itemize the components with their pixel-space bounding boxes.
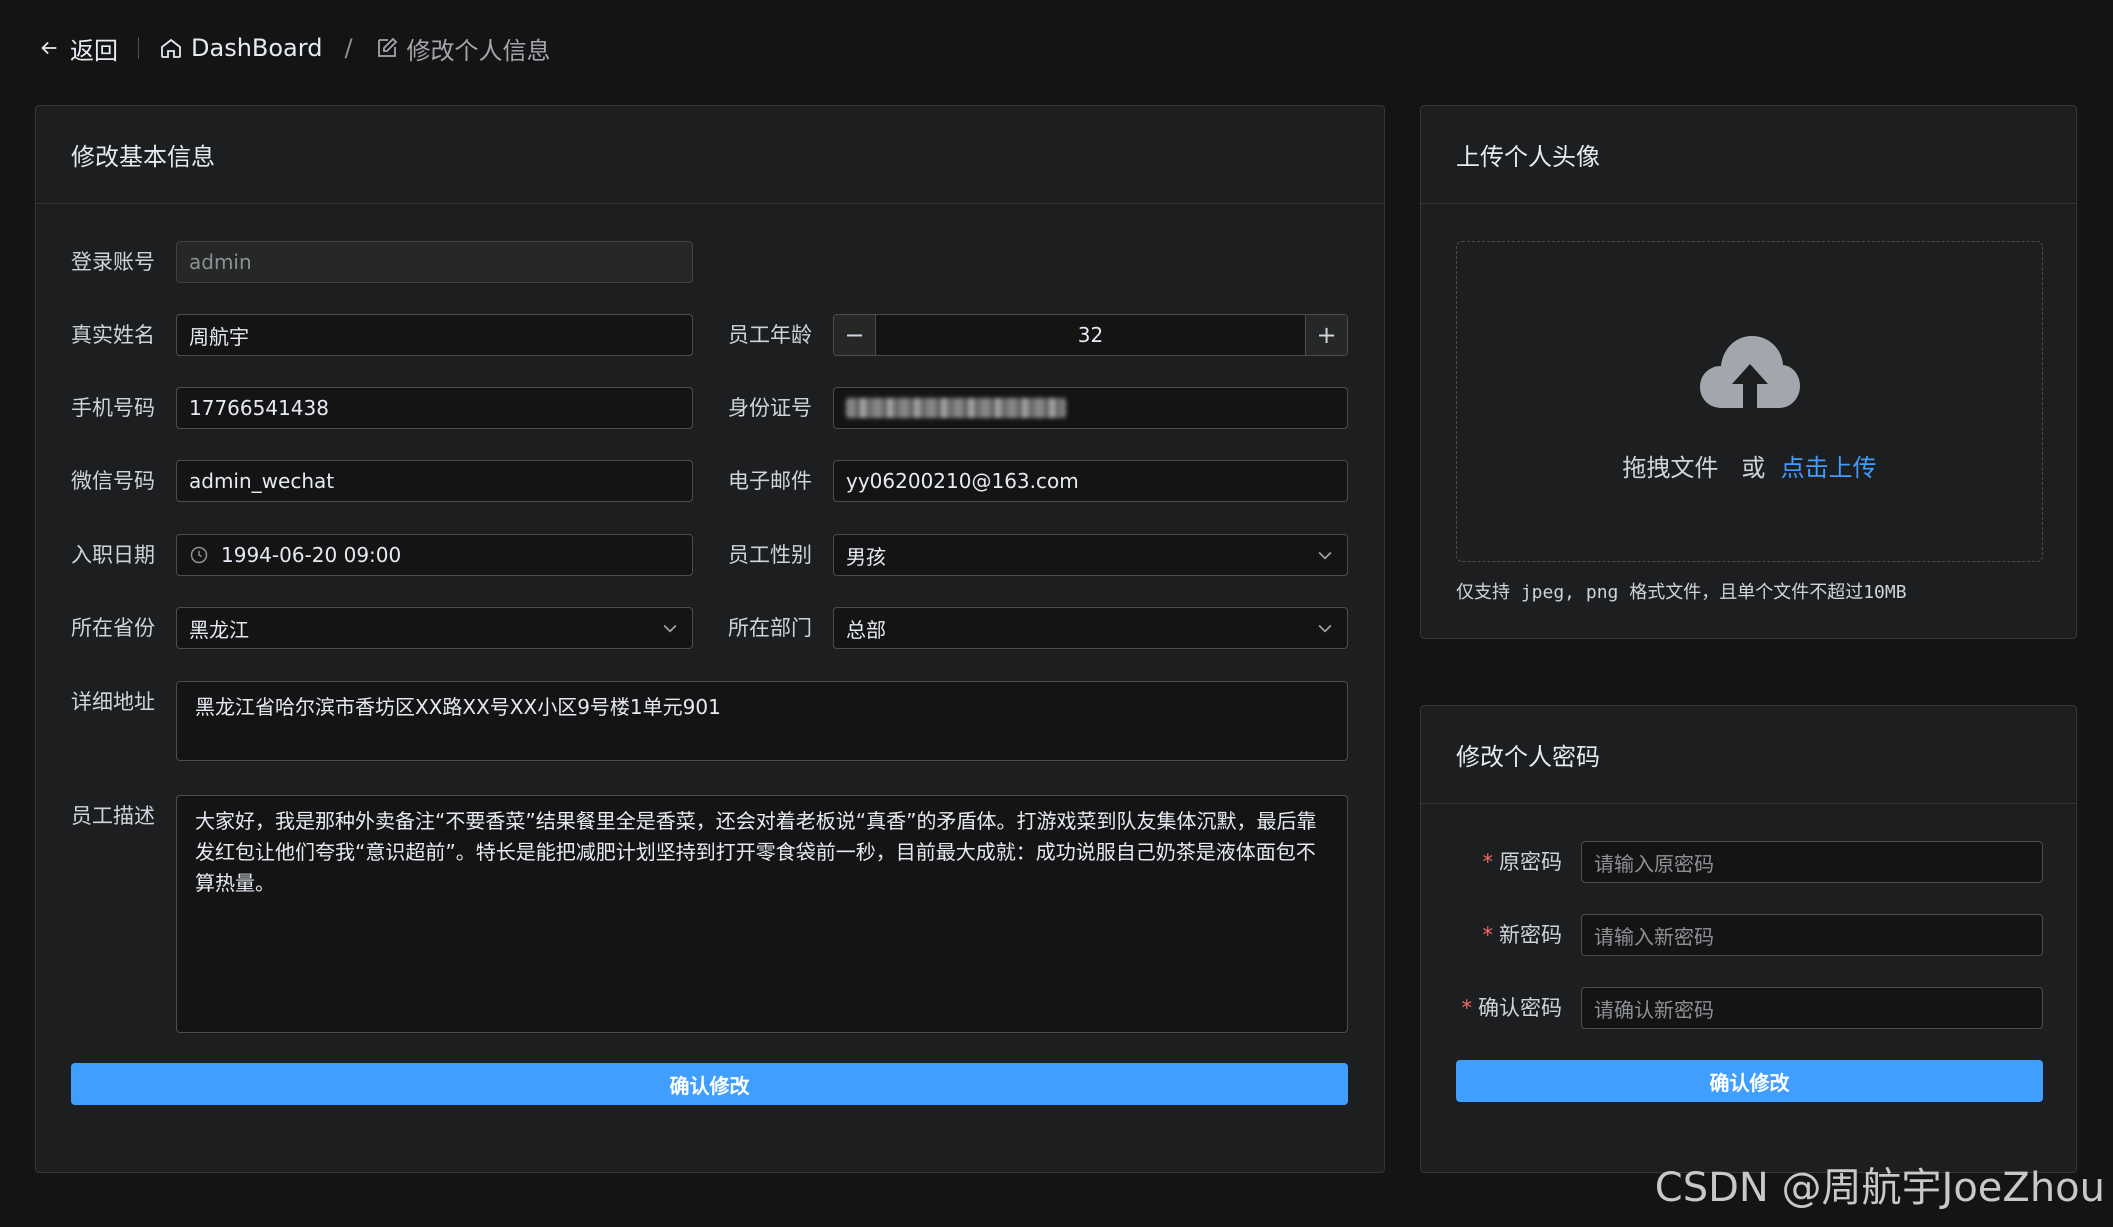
back-label: 返回 (70, 36, 118, 65)
avatar-upload-dropzone[interactable]: 拖拽文件 或 点击上传 (1456, 241, 2043, 562)
province-value: 黑龙江 (189, 617, 249, 642)
address-textarea[interactable]: 黑龙江省哈尔滨市香坊区XX路XX号XX小区9号楼1单元901 (176, 681, 1348, 761)
password-card: 修改个人密码 * 原密码 请输入原密码 * 新密码 请输入新密码 * 确认密码 请确认… (1420, 705, 2077, 1173)
phone-input[interactable]: 17766541438 (176, 387, 693, 429)
upload-tip: 仅支持 jpeg, png 格式文件，且单个文件不超过10MB (1456, 582, 1907, 603)
address-value: 黑龙江省哈尔滨市香坊区XX路XX号XX小区9号楼1单元901 (195, 695, 721, 719)
id-card-label: 身份证号 (728, 396, 812, 420)
account-input[interactable]: admin (176, 241, 693, 283)
new-password-label: * 新密码 (1456, 914, 1563, 956)
old-password-label-text: 原密码 (1499, 850, 1562, 874)
id-card-redacted-value (846, 398, 1066, 418)
basic-submit-button[interactable]: 确认修改 (71, 1063, 1348, 1105)
breadcrumb-home[interactable]: DashBoard (159, 34, 322, 62)
age-increment-button[interactable]: + (1305, 315, 1347, 355)
required-mark: * (1482, 923, 1494, 947)
upload-cloud-icon (1699, 336, 1800, 408)
avatar-title: 上传个人头像 (1421, 106, 2076, 204)
old-password-input[interactable]: 请输入原密码 (1581, 841, 2043, 883)
or-text: 或 (1741, 454, 1766, 482)
gender-value: 男孩 (846, 544, 886, 569)
password-title: 修改个人密码 (1421, 706, 2076, 804)
age-stepper[interactable]: − 32 + (833, 314, 1348, 356)
required-mark: * (1482, 850, 1494, 874)
description-textarea[interactable]: 大家好，我是那种外卖备注“不要香菜”结果餐里全是香菜，还会对着老板说“真香”的矛… (176, 795, 1348, 1033)
old-password-placeholder: 请输入原密码 (1594, 851, 1714, 876)
breadcrumb-current: 修改个人信息 (375, 31, 551, 66)
department-select[interactable]: 总部 (833, 607, 1348, 649)
breadcrumb-separator: / (344, 34, 353, 62)
join-date-label: 入职日期 (71, 543, 155, 567)
description-value: 大家好，我是那种外卖备注“不要香菜”结果餐里全是香菜，还会对着老板说“真香”的矛… (195, 809, 1317, 895)
wechat-value: admin_wechat (189, 469, 335, 493)
edit-icon (377, 37, 397, 57)
basic-info-card: 修改基本信息 登录账号 admin 真实姓名 周航宇 员工年龄 − 32 + 手… (35, 105, 1385, 1173)
phone-value: 17766541438 (189, 396, 329, 420)
drag-text: 拖拽文件 (1622, 454, 1719, 482)
join-date-value: 1994-06-20 09:00 (221, 543, 402, 567)
wechat-input[interactable]: admin_wechat (176, 460, 693, 502)
gender-select[interactable]: 男孩 (833, 534, 1348, 576)
email-input[interactable]: yy06200210@163.com (833, 460, 1348, 502)
age-decrement-button[interactable]: − (834, 315, 876, 355)
name-input[interactable]: 周航宇 (176, 314, 693, 356)
chevron-down-icon (663, 624, 677, 633)
confirm-password-label-text: 确认密码 (1478, 996, 1562, 1020)
required-mark: * (1461, 996, 1473, 1020)
top-bar: 返回 DashBoard / 修改个人信息 (38, 28, 551, 68)
account-value: admin (189, 250, 252, 274)
old-password-label: * 原密码 (1456, 841, 1563, 883)
department-label: 所在部门 (728, 616, 812, 640)
account-label: 登录账号 (71, 250, 155, 274)
confirm-password-placeholder: 请确认新密码 (1594, 997, 1714, 1022)
province-label: 所在省份 (71, 616, 155, 640)
gender-label: 员工性别 (728, 543, 812, 567)
age-label: 员工年龄 (728, 323, 812, 347)
name-value: 周航宇 (189, 324, 249, 349)
email-label: 电子邮件 (728, 469, 812, 493)
new-password-label-text: 新密码 (1499, 923, 1562, 947)
clock-icon (190, 546, 208, 564)
phone-label: 手机号码 (71, 396, 155, 420)
back-button[interactable]: 返回 (38, 31, 118, 66)
name-label: 真实姓名 (71, 323, 155, 347)
id-card-input[interactable] (833, 387, 1348, 429)
description-label: 员工描述 (71, 804, 155, 828)
email-value: yy06200210@163.com (846, 469, 1079, 493)
click-upload-link[interactable]: 点击上传 (1781, 454, 1877, 482)
password-submit-button[interactable]: 确认修改 (1456, 1060, 2043, 1102)
divider (138, 37, 139, 59)
new-password-input[interactable]: 请输入新密码 (1581, 914, 2043, 956)
upload-text: 拖拽文件 或 点击上传 (1622, 448, 1876, 483)
breadcrumb-home-label: DashBoard (191, 34, 323, 62)
province-select[interactable]: 黑龙江 (176, 607, 693, 649)
new-password-placeholder: 请输入新密码 (1594, 924, 1714, 949)
avatar-card: 上传个人头像 拖拽文件 或 点击上传 仅支持 jpeg, png 格式文件，且单… (1420, 105, 2077, 639)
arrow-left-icon (41, 41, 57, 55)
basic-info-title: 修改基本信息 (36, 106, 1384, 204)
confirm-password-label: * 确认密码 (1441, 987, 1563, 1029)
wechat-label: 微信号码 (71, 469, 155, 493)
watermark: CSDN @周航宇JoeZhou (1654, 1165, 2105, 1211)
join-date-picker[interactable]: 1994-06-20 09:00 (176, 534, 693, 576)
chevron-down-icon (1318, 624, 1332, 633)
age-value[interactable]: 32 (876, 323, 1305, 347)
department-value: 总部 (846, 617, 886, 642)
address-label: 详细地址 (71, 690, 155, 714)
breadcrumb-current-label: 修改个人信息 (406, 36, 551, 65)
home-icon (161, 38, 181, 58)
chevron-down-icon (1318, 551, 1332, 560)
confirm-password-input[interactable]: 请确认新密码 (1581, 987, 2043, 1029)
